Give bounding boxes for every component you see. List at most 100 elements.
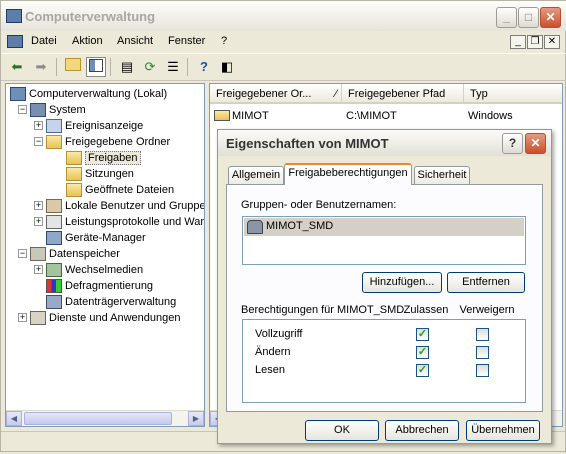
folder-icon (66, 183, 82, 198)
tab-allgemein[interactable]: Allgemein (228, 166, 284, 184)
console-icon[interactable]: ◧ (217, 57, 237, 77)
computer-management-icon (6, 9, 22, 23)
back-arrow-icon[interactable]: ⬅ (7, 57, 27, 77)
tree-item-system[interactable]: System (30, 102, 86, 118)
performance-icon (46, 215, 62, 230)
tree-item-root[interactable]: Computerverwaltung (Lokal) (10, 86, 167, 102)
toolbar-separator (187, 58, 188, 76)
close-button[interactable]: ✕ (540, 7, 561, 28)
properties-dialog: Eigenschaften von MIMOT ? ✕ Allgemein Fr… (217, 129, 552, 444)
share-icon (214, 110, 230, 121)
tree-item-defragmentation[interactable]: Defragmentierung (46, 278, 153, 294)
cancel-button[interactable]: Abbrechen (385, 420, 459, 441)
collapse-icon[interactable]: − (18, 105, 27, 114)
groups-label: Gruppen- oder Benutzernamen: (241, 199, 397, 211)
tree-item-device-manager[interactable]: Geräte-Manager (46, 230, 146, 246)
column-header-share-path[interactable]: Freigegebener Pfad (342, 84, 464, 104)
tree-item-open-files[interactable]: Geöffnete Dateien (66, 182, 174, 198)
tree-item-disk-management[interactable]: Datenträgerverwaltung (46, 294, 176, 310)
ok-button[interactable]: OK (305, 420, 379, 441)
expand-icon[interactable]: + (34, 217, 43, 226)
permission-read: Lesen (255, 364, 285, 376)
sort-arrow-icon: ⁄ (335, 88, 337, 100)
properties-icon[interactable]: ▤ (117, 57, 137, 77)
allow-change-checkbox[interactable]: ✓ (416, 346, 429, 359)
refresh-icon[interactable]: ⟳ (140, 57, 160, 77)
tree-item-performance-logs[interactable]: Leistungsprotokolle und Warnungen (46, 214, 204, 230)
table-row[interactable]: MIMOT C:\MIMOT Windows (210, 108, 562, 124)
allow-read-checkbox[interactable]: ✓ (416, 364, 429, 377)
toolbar-separator (110, 58, 111, 76)
remove-button[interactable]: Entfernen (447, 272, 525, 293)
tab-share-permissions[interactable]: Freigabeberechtigungen (284, 163, 412, 185)
expand-icon[interactable]: + (34, 265, 43, 274)
title-bar[interactable]: Computerverwaltung _ □ ✕ (1, 1, 566, 31)
tree-item-services[interactable]: Dienste und Anwendungen (30, 310, 181, 326)
apply-button[interactable]: Übernehmen (466, 420, 540, 441)
deny-column-header: Verweigern (459, 304, 515, 316)
mmc-icon (7, 35, 23, 48)
scroll-left-arrow-icon[interactable]: ◀ (6, 411, 22, 426)
scroll-thumb[interactable] (24, 412, 172, 425)
device-manager-icon (46, 231, 62, 246)
mdi-close-button[interactable]: ✕ (544, 35, 560, 49)
up-folder-icon[interactable] (63, 57, 83, 77)
event-viewer-icon (46, 119, 62, 134)
menu-help[interactable]: ? (221, 35, 227, 47)
maximize-button[interactable]: □ (518, 7, 539, 28)
column-header-share-name[interactable]: Freigegebener Or... ⁄ (210, 84, 342, 104)
tree-item-removable-storage[interactable]: Wechselmedien (46, 262, 143, 278)
allow-full-control-checkbox[interactable]: ✓ (416, 328, 429, 341)
tree-item-local-users[interactable]: Lokale Benutzer und Gruppen (46, 198, 204, 214)
dialog-close-button[interactable]: ✕ (525, 133, 546, 154)
expand-icon[interactable]: + (34, 121, 43, 130)
disk-management-icon (46, 295, 62, 310)
forward-arrow-icon[interactable]: ➡ (31, 57, 51, 77)
deny-change-checkbox[interactable] (476, 346, 489, 359)
tree-item-storage[interactable]: Datenspeicher (30, 246, 120, 262)
tree-item-event-viewer[interactable]: Ereignisanzeige (46, 118, 143, 134)
menu-ansicht[interactable]: Ansicht (117, 35, 153, 47)
expand-icon[interactable]: + (34, 201, 43, 210)
scroll-right-arrow-icon[interactable]: ▶ (188, 411, 204, 426)
mdi-restore-button[interactable]: ❐ (527, 35, 543, 49)
export-list-icon[interactable]: ☰ (163, 57, 183, 77)
deny-read-checkbox[interactable] (476, 364, 489, 377)
shared-folder-icon (46, 135, 62, 150)
mdi-minimize-button[interactable]: _ (510, 35, 526, 49)
help-icon[interactable]: ? (194, 57, 214, 77)
tab-security[interactable]: Sicherheit (414, 166, 470, 184)
storage-icon (30, 247, 46, 262)
column-header-type[interactable]: Typ (464, 84, 562, 104)
folder-icon (66, 167, 82, 182)
add-button[interactable]: Hinzufügen... (362, 272, 442, 293)
system-tools-icon (30, 103, 46, 118)
expand-icon[interactable]: + (18, 313, 27, 322)
share-path-cell: C:\MIMOT (346, 110, 397, 122)
menu-datei[interactable]: Datei (31, 35, 57, 47)
collapse-icon[interactable]: − (34, 137, 43, 146)
console-tree[interactable]: Computerverwaltung (Lokal) − System + Er… (5, 83, 205, 427)
share-type-cell: Windows (468, 110, 513, 122)
minimize-button[interactable]: _ (496, 7, 517, 28)
window-title: Computerverwaltung (25, 9, 156, 24)
toolbar-separator (56, 58, 57, 76)
tree-item-shared-folders[interactable]: Freigegebene Ordner (46, 134, 170, 150)
user-list[interactable]: MIMOT_SMD (242, 216, 526, 265)
dialog-title-bar[interactable]: Eigenschaften von MIMOT ? ✕ (218, 130, 551, 156)
menu-fenster[interactable]: Fenster (168, 35, 205, 47)
dialog-help-button[interactable]: ? (502, 133, 523, 154)
show-tree-icon[interactable] (86, 57, 106, 77)
toolbar: ⬅ ➡ ▤ ⟳ ☰ ? ◧ (1, 53, 566, 81)
user-name: MIMOT_SMD (266, 220, 334, 232)
deny-full-control-checkbox[interactable] (476, 328, 489, 341)
computer-icon (10, 87, 26, 102)
tree-item-sessions[interactable]: Sitzungen (66, 166, 134, 182)
users-icon (46, 199, 62, 214)
tree-item-shares[interactable]: Freigaben (66, 150, 141, 166)
tree-horizontal-scrollbar[interactable]: ◀ ▶ (6, 410, 204, 426)
list-item[interactable]: MIMOT_SMD (244, 218, 524, 236)
menu-aktion[interactable]: Aktion (72, 35, 103, 47)
permissions-label: Berechtigungen für MIMOT_SMD (241, 304, 405, 316)
collapse-icon[interactable]: − (18, 249, 27, 258)
